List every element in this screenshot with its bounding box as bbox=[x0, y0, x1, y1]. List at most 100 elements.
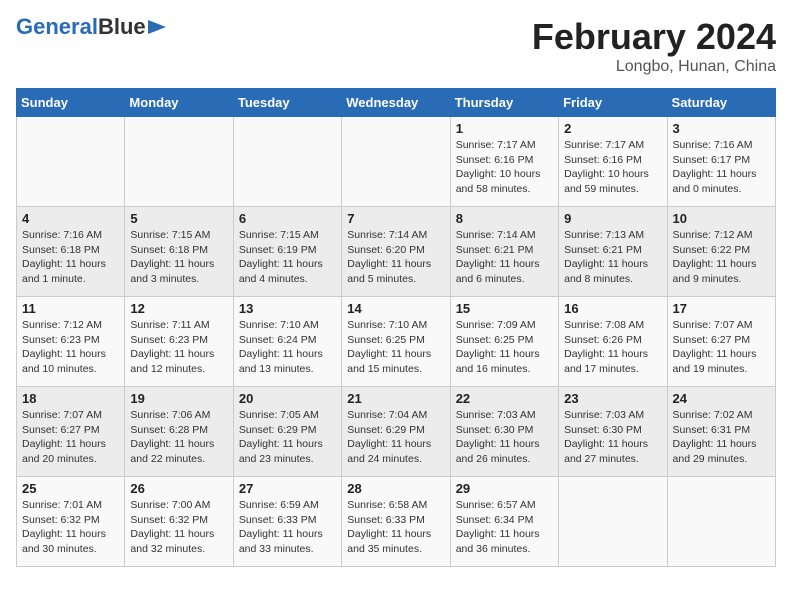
day-cell bbox=[17, 117, 125, 207]
day-cell: 7 Sunrise: 7:14 AM Sunset: 6:20 PM Daylig… bbox=[342, 207, 450, 297]
day-number: 9 bbox=[564, 211, 661, 226]
day-number: 10 bbox=[673, 211, 770, 226]
day-cell: 22 Sunrise: 7:03 AM Sunset: 6:30 PM Dayli… bbox=[450, 387, 558, 477]
day-number: 5 bbox=[130, 211, 227, 226]
day-cell: 16 Sunrise: 7:08 AM Sunset: 6:26 PM Dayli… bbox=[559, 297, 667, 387]
day-cell: 15 Sunrise: 7:09 AM Sunset: 6:25 PM Dayli… bbox=[450, 297, 558, 387]
header-cell-monday: Monday bbox=[125, 89, 233, 117]
day-info: Sunrise: 7:16 AM Sunset: 6:17 PM Dayligh… bbox=[673, 138, 770, 197]
day-info: Sunrise: 7:06 AM Sunset: 6:28 PM Dayligh… bbox=[130, 408, 227, 467]
header-cell-tuesday: Tuesday bbox=[233, 89, 341, 117]
day-info: Sunrise: 7:12 AM Sunset: 6:23 PM Dayligh… bbox=[22, 318, 119, 377]
header-cell-saturday: Saturday bbox=[667, 89, 775, 117]
week-row-3: 11 Sunrise: 7:12 AM Sunset: 6:23 PM Dayli… bbox=[17, 297, 776, 387]
day-cell: 27 Sunrise: 6:59 AM Sunset: 6:33 PM Dayli… bbox=[233, 477, 341, 567]
calendar-title: February 2024 bbox=[532, 16, 776, 58]
header-cell-thursday: Thursday bbox=[450, 89, 558, 117]
page-header: GeneralBlue February 2024 Longbo, Hunan,… bbox=[16, 16, 776, 76]
day-cell: 18Sunrise: 7:07 AM Sunset: 6:27 PM Dayli… bbox=[17, 387, 125, 477]
day-info: Sunrise: 7:12 AM Sunset: 6:22 PM Dayligh… bbox=[673, 228, 770, 287]
header-row: SundayMondayTuesdayWednesdayThursdayFrid… bbox=[17, 89, 776, 117]
day-info: Sunrise: 7:08 AM Sunset: 6:26 PM Dayligh… bbox=[564, 318, 661, 377]
day-cell bbox=[667, 477, 775, 567]
title-block: February 2024 Longbo, Hunan, China bbox=[532, 16, 776, 76]
day-cell: 25 Sunrise: 7:01 AM Sunset: 6:32 PM Dayli… bbox=[17, 477, 125, 567]
day-number: 17 bbox=[673, 301, 770, 316]
day-number: 22 bbox=[456, 391, 553, 406]
day-cell: 23 Sunrise: 7:03 AM Sunset: 6:30 PM Dayli… bbox=[559, 387, 667, 477]
day-number: 24 bbox=[673, 391, 770, 406]
day-cell: 19 Sunrise: 7:06 AM Sunset: 6:28 PM Dayli… bbox=[125, 387, 233, 477]
day-number: 2 bbox=[564, 121, 661, 136]
day-number: 16 bbox=[564, 301, 661, 316]
calendar-table: SundayMondayTuesdayWednesdayThursdayFrid… bbox=[16, 88, 776, 567]
day-cell: 4 Sunrise: 7:16 AM Sunset: 6:18 PM Daylig… bbox=[17, 207, 125, 297]
logo-general: General bbox=[16, 14, 98, 39]
week-row-5: 25 Sunrise: 7:01 AM Sunset: 6:32 PM Dayli… bbox=[17, 477, 776, 567]
day-number: 12 bbox=[130, 301, 227, 316]
day-number: 27 bbox=[239, 481, 336, 496]
day-info: Sunrise: 6:58 AM Sunset: 6:33 PM Dayligh… bbox=[347, 498, 444, 557]
day-number: 13 bbox=[239, 301, 336, 316]
day-cell: 29Sunrise: 6:57 AM Sunset: 6:34 PM Dayli… bbox=[450, 477, 558, 567]
day-number: 25 bbox=[22, 481, 119, 496]
day-number: 18 bbox=[22, 391, 119, 406]
day-cell: 3 Sunrise: 7:16 AM Sunset: 6:17 PM Daylig… bbox=[667, 117, 775, 207]
day-info: Sunrise: 7:15 AM Sunset: 6:19 PM Dayligh… bbox=[239, 228, 336, 287]
logo-text: GeneralBlue bbox=[16, 16, 146, 38]
day-info: Sunrise: 6:57 AM Sunset: 6:34 PM Dayligh… bbox=[456, 498, 553, 557]
day-info: Sunrise: 7:17 AM Sunset: 6:16 PM Dayligh… bbox=[564, 138, 661, 197]
day-info: Sunrise: 7:11 AM Sunset: 6:23 PM Dayligh… bbox=[130, 318, 227, 377]
day-cell bbox=[559, 477, 667, 567]
day-info: Sunrise: 7:03 AM Sunset: 6:30 PM Dayligh… bbox=[456, 408, 553, 467]
day-number: 21 bbox=[347, 391, 444, 406]
day-info: Sunrise: 7:14 AM Sunset: 6:21 PM Dayligh… bbox=[456, 228, 553, 287]
day-cell: 26Sunrise: 7:00 AM Sunset: 6:32 PM Dayli… bbox=[125, 477, 233, 567]
day-cell: 14Sunrise: 7:10 AM Sunset: 6:25 PM Dayli… bbox=[342, 297, 450, 387]
day-cell: 12 Sunrise: 7:11 AM Sunset: 6:23 PM Dayli… bbox=[125, 297, 233, 387]
day-number: 11 bbox=[22, 301, 119, 316]
logo: GeneralBlue bbox=[16, 16, 166, 38]
day-number: 19 bbox=[130, 391, 227, 406]
day-info: Sunrise: 7:09 AM Sunset: 6:25 PM Dayligh… bbox=[456, 318, 553, 377]
day-info: Sunrise: 7:00 AM Sunset: 6:32 PM Dayligh… bbox=[130, 498, 227, 557]
day-info: Sunrise: 7:05 AM Sunset: 6:29 PM Dayligh… bbox=[239, 408, 336, 467]
day-info: Sunrise: 7:03 AM Sunset: 6:30 PM Dayligh… bbox=[564, 408, 661, 467]
day-info: Sunrise: 7:15 AM Sunset: 6:18 PM Dayligh… bbox=[130, 228, 227, 287]
logo-blue: Blue bbox=[98, 14, 146, 39]
day-cell: 17 Sunrise: 7:07 AM Sunset: 6:27 PM Dayli… bbox=[667, 297, 775, 387]
week-row-1: 1Sunrise: 7:17 AM Sunset: 6:16 PM Daylig… bbox=[17, 117, 776, 207]
day-info: Sunrise: 7:14 AM Sunset: 6:20 PM Dayligh… bbox=[347, 228, 444, 287]
day-info: Sunrise: 6:59 AM Sunset: 6:33 PM Dayligh… bbox=[239, 498, 336, 557]
day-cell: 1Sunrise: 7:17 AM Sunset: 6:16 PM Daylig… bbox=[450, 117, 558, 207]
day-info: Sunrise: 7:10 AM Sunset: 6:24 PM Dayligh… bbox=[239, 318, 336, 377]
day-cell: 21 Sunrise: 7:04 AM Sunset: 6:29 PM Dayli… bbox=[342, 387, 450, 477]
day-number: 3 bbox=[673, 121, 770, 136]
day-number: 7 bbox=[347, 211, 444, 226]
day-info: Sunrise: 7:16 AM Sunset: 6:18 PM Dayligh… bbox=[22, 228, 119, 287]
day-cell: 6 Sunrise: 7:15 AM Sunset: 6:19 PM Daylig… bbox=[233, 207, 341, 297]
day-number: 15 bbox=[456, 301, 553, 316]
day-info: Sunrise: 7:13 AM Sunset: 6:21 PM Dayligh… bbox=[564, 228, 661, 287]
week-row-4: 18Sunrise: 7:07 AM Sunset: 6:27 PM Dayli… bbox=[17, 387, 776, 477]
week-row-2: 4 Sunrise: 7:16 AM Sunset: 6:18 PM Daylig… bbox=[17, 207, 776, 297]
day-cell: 13 Sunrise: 7:10 AM Sunset: 6:24 PM Dayli… bbox=[233, 297, 341, 387]
day-info: Sunrise: 7:07 AM Sunset: 6:27 PM Dayligh… bbox=[673, 318, 770, 377]
logo-arrow-icon bbox=[148, 20, 166, 34]
header-cell-sunday: Sunday bbox=[17, 89, 125, 117]
day-number: 23 bbox=[564, 391, 661, 406]
calendar-subtitle: Longbo, Hunan, China bbox=[532, 58, 776, 76]
day-info: Sunrise: 7:04 AM Sunset: 6:29 PM Dayligh… bbox=[347, 408, 444, 467]
day-info: Sunrise: 7:01 AM Sunset: 6:32 PM Dayligh… bbox=[22, 498, 119, 557]
day-cell bbox=[125, 117, 233, 207]
day-info: Sunrise: 7:02 AM Sunset: 6:31 PM Dayligh… bbox=[673, 408, 770, 467]
day-cell bbox=[342, 117, 450, 207]
day-cell: 9 Sunrise: 7:13 AM Sunset: 6:21 PM Daylig… bbox=[559, 207, 667, 297]
day-cell: 10 Sunrise: 7:12 AM Sunset: 6:22 PM Dayli… bbox=[667, 207, 775, 297]
day-number: 4 bbox=[22, 211, 119, 226]
header-cell-friday: Friday bbox=[559, 89, 667, 117]
day-number: 6 bbox=[239, 211, 336, 226]
day-cell: 24 Sunrise: 7:02 AM Sunset: 6:31 PM Dayli… bbox=[667, 387, 775, 477]
header-cell-wednesday: Wednesday bbox=[342, 89, 450, 117]
day-info: Sunrise: 7:17 AM Sunset: 6:16 PM Dayligh… bbox=[456, 138, 553, 197]
